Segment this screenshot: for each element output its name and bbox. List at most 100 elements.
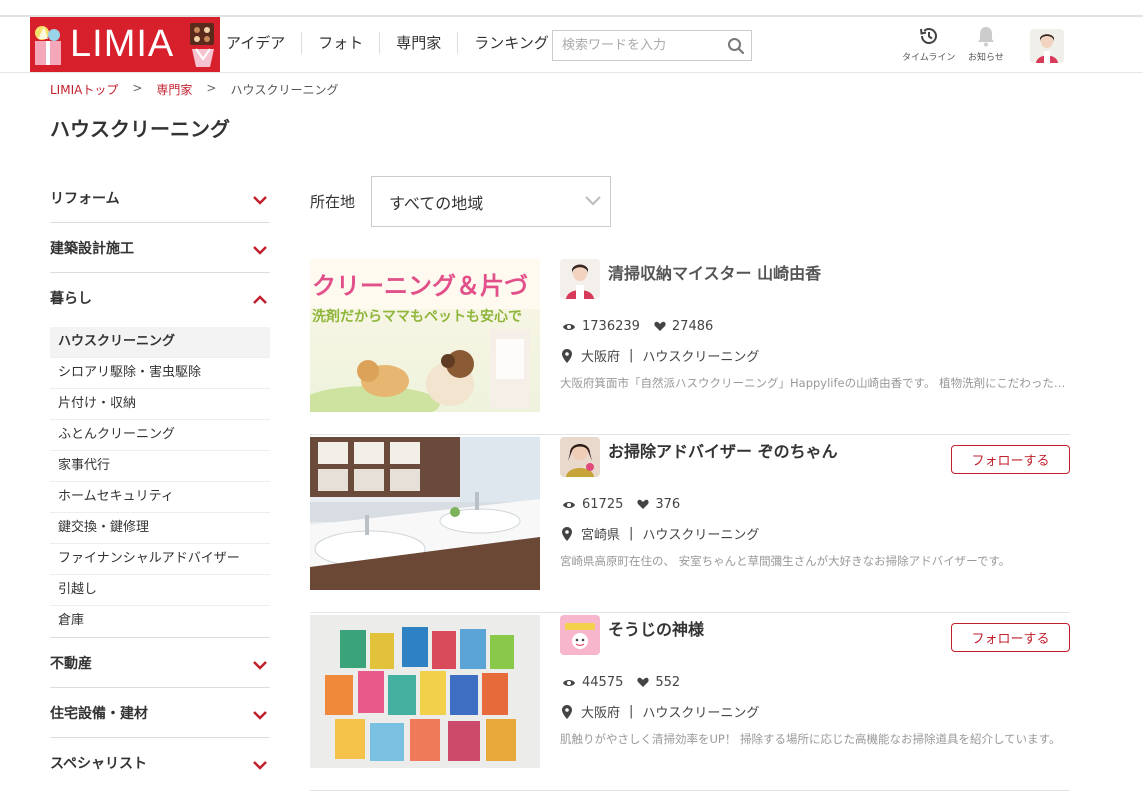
browser-top-strip [0,0,1143,17]
region-select-value: すべての地域 [389,193,484,213]
expert-name[interactable]: 清掃収納マイスター 山崎由香 [608,260,821,284]
map-pin-icon [562,704,572,719]
expert-prefecture: 大阪府 [581,706,621,721]
sidebar-subitem-house-cleaning[interactable]: ハウスクリーニング [50,327,270,358]
sidebar-subitem-locksmith[interactable]: 鍵交換・鍵修理 [50,513,270,544]
expert-card[interactable]: そうじの神様 フォローする 44575 552 大阪府 | ハウスクリーニング … [310,613,1070,791]
nav-idea[interactable]: アイデア [222,32,301,54]
nav-ranking[interactable]: ランキング [457,32,565,54]
gift-decoration-icon [35,26,61,65]
view-count: 44575 [582,675,624,690]
view-count: 1736239 [582,319,640,334]
search-icon[interactable] [727,37,745,55]
follow-button[interactable]: フォローする [951,623,1070,652]
sidebar-category-label: 暮らし [50,291,92,307]
sidebar-category-real-estate[interactable]: 不動産 [50,638,270,688]
chevron-down-icon [253,660,267,670]
chevron-up-icon [253,295,267,304]
expert-name[interactable]: そうじの神様 [608,616,704,640]
timeline-label: タイムライン [902,53,956,63]
breadcrumb-experts[interactable]: 専門家 [156,81,192,98]
eye-icon [563,323,575,330]
sidebar-category-equipment[interactable]: 住宅設備・建材 [50,688,270,738]
search-box [552,30,752,61]
expert-location: 大阪府 | ハウスクリーニング [562,702,759,721]
location-filter: 所在地 すべての地域 [310,176,612,227]
follow-button[interactable]: フォローする [951,445,1070,474]
expert-description: 肌触りがやさしく清掃効率をUP！ 掃除する場所に応じた高機能なお掃除道具を紹介し… [560,732,1061,746]
breadcrumb-separator: > [132,81,143,95]
expert-cover-image[interactable]: クリーニング＆片づ 洗剤だからママもペットも安心で [310,259,540,412]
sidebar-category-reform[interactable]: リフォーム [50,173,270,223]
chevron-down-icon [253,195,267,205]
clock-history-icon [919,28,937,44]
site-header: LIMIA アイデア フォト 専門家 ランキング タイムライン [0,17,1143,73]
sidebar-subitem-futon-cleaning[interactable]: ふとんクリーニング [50,420,270,451]
category-sidebar: リフォーム 建築設計施工 暮らし ハウスクリーニング シロアリ駆除・害虫駆除 片… [50,173,270,788]
expert-avatar[interactable] [560,437,600,477]
breadcrumb-home[interactable]: LIMIAトップ [50,81,118,98]
heart-icon [637,677,649,687]
separator: | [629,348,634,363]
like-count: 552 [655,675,681,690]
eye-icon [563,501,575,508]
separator: | [629,526,634,541]
search-input[interactable] [553,31,718,60]
expert-name[interactable]: お掃除アドバイザー ぞのちゃん [608,438,838,462]
like-count: 376 [655,497,681,512]
sidebar-category-label: スペシャリスト [50,756,148,772]
sidebar-category-specialist[interactable]: スペシャリスト [50,738,270,788]
expert-cover-image[interactable] [310,437,540,590]
notice-label: お知らせ [968,53,1004,63]
expert-prefecture: 宮崎県 [581,528,621,543]
limia-logo[interactable]: LIMIA [30,17,220,72]
chevron-down-icon [253,710,267,720]
eye-icon [563,679,575,686]
region-select[interactable]: すべての地域 [371,176,612,227]
expert-card[interactable]: クリーニング＆片づ 洗剤だからママもペットも安心で 清掃収納マイスター 山崎由香… [310,257,1070,435]
expert-prefecture: 大阪府 [581,350,621,365]
heart-icon [654,321,666,331]
sidebar-subitem-financial-advisor[interactable]: ファイナンシャルアドバイザー [50,544,270,575]
breadcrumb-current: ハウスクリーニング [230,83,339,97]
sidebar-subitem-storage[interactable]: 倉庫 [50,606,270,637]
location-label: 所在地 [310,193,356,211]
view-count: 61725 [582,497,624,512]
timeline-button[interactable]: タイムライン [902,25,955,63]
sidebar-category-label: リフォーム [50,190,120,207]
cleaning-banner-image: クリーニング＆片づ 洗剤だからママもペットも安心で [310,259,540,412]
sidebar-category-architecture[interactable]: 建築設計施工 [50,223,270,273]
bell-icon [977,27,994,47]
logo-text: LIMIA [70,23,175,65]
expert-avatar[interactable] [560,259,600,299]
heart-icon [637,499,649,509]
map-pin-icon [562,348,572,363]
banner-text-line1: クリーニング＆片づ [312,272,528,300]
expert-cover-image[interactable] [310,615,540,768]
expert-category: ハウスクリーニング [642,528,760,543]
nav-photo[interactable]: フォト [301,32,379,54]
user-avatar[interactable] [1030,29,1064,63]
sidebar-subitem-housekeeping[interactable]: 家事代行 [50,451,270,482]
expert-card[interactable]: お掃除アドバイザー ぞのちゃん フォローする 61725 376 宮崎県 | ハ… [310,435,1070,613]
sidebar-subitem-moving[interactable]: 引越し [50,575,270,606]
expert-avatar-icon [560,437,600,477]
chevron-down-icon [253,761,267,770]
sidebar-subitem-home-security[interactable]: ホームセキュリティ [50,482,270,513]
expert-stats: 61725 376 [562,497,680,512]
washbasin-photo [310,437,540,590]
expert-category: ハウスクリーニング [642,350,760,365]
like-count: 27486 [671,319,714,334]
expert-location: 宮崎県 | ハウスクリーニング [562,524,759,543]
expert-location: 大阪府 | ハウスクリーニング [562,346,759,365]
sidebar-subitem-organizing[interactable]: 片付け・収納 [50,389,270,420]
sidebar-subitem-pest-control[interactable]: シロアリ駆除・害虫駆除 [50,358,270,389]
nav-experts[interactable]: 専門家 [379,32,457,54]
user-avatar-icon [1030,29,1064,63]
expert-list: クリーニング＆片づ 洗剤だからママもペットも安心で 清掃収納マイスター 山崎由香… [310,257,1070,791]
notification-button[interactable]: お知らせ [968,25,1004,63]
chevron-down-icon [253,245,267,255]
expert-avatar[interactable] [560,615,600,655]
sidebar-category-living[interactable]: 暮らし [50,273,270,323]
expert-description: 宮崎県高原町在住の、 安室ちゃんと草間彌生さんが大好きなお掃除アドバイザーです。 [560,554,1011,568]
